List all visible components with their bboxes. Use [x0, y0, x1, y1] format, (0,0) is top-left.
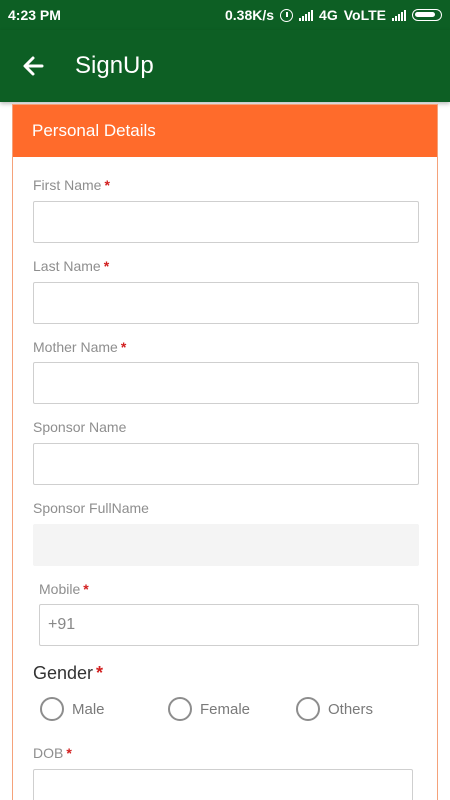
dob-label: DOB * — [33, 745, 72, 761]
radio-circle[interactable] — [296, 697, 320, 721]
status-time: 4:23 PM — [8, 7, 61, 23]
first-name-field[interactable] — [34, 202, 418, 242]
volte-label: VoLTE — [343, 7, 386, 23]
alarm-icon — [280, 8, 294, 22]
mobile-field[interactable] — [40, 605, 418, 645]
status-icons: 0.38K/s 4G VoLTE — [225, 7, 442, 23]
required-marker: * — [104, 177, 110, 193]
required-marker: * — [96, 663, 104, 683]
network-4g: 4G — [319, 7, 338, 23]
sponsor-fullname-field-wrapper — [33, 524, 419, 566]
dob-field[interactable] — [34, 770, 412, 800]
signal-icon-2 — [392, 9, 406, 21]
radio-label-female: Female — [200, 700, 251, 718]
last-name-field-wrapper — [33, 282, 419, 324]
required-marker: * — [120, 339, 127, 355]
mother-name-label-text: Mother Name — [33, 339, 118, 355]
last-name-label: Last Name * — [33, 258, 109, 274]
sponsor-name-label: Sponsor Name — [33, 419, 126, 435]
card-header: Personal Details — [13, 105, 437, 157]
required-marker: * — [103, 258, 110, 274]
dob-label-text: DOB — [33, 745, 64, 761]
battery-icon — [412, 9, 442, 21]
page-title: SignUp — [75, 52, 154, 79]
radio-circle[interactable] — [40, 697, 64, 721]
mother-name-field-wrapper — [33, 362, 419, 404]
sponsor-fullname-label: Sponsor FullName — [33, 500, 149, 516]
sponsor-fullname-label-text: Sponsor FullName — [33, 500, 149, 516]
last-name-label-text: Last Name — [33, 258, 101, 274]
sponsor-name-label-text: Sponsor Name — [33, 419, 127, 435]
gender-radio-female[interactable]: Female — [168, 697, 250, 721]
status-bar: 4:23 PM 0.38K/s 4G VoLTE — [0, 0, 450, 30]
last-name-field[interactable] — [34, 283, 418, 323]
app-bar: SignUp — [0, 30, 450, 102]
sponsor-name-field-wrapper — [33, 443, 419, 485]
radio-label-male: Male — [72, 700, 105, 718]
mother-name-label: Mother Name * — [33, 339, 126, 355]
gender-radio-others[interactable]: Others — [296, 697, 373, 721]
mobile-label: Mobile * — [39, 581, 89, 597]
personal-details-card: Personal Details First Name * Last Name * … — [12, 104, 438, 800]
dob-field-wrapper — [33, 769, 413, 800]
mobile-label-text: Mobile — [39, 581, 81, 597]
mother-name-field[interactable] — [34, 363, 418, 403]
radio-circle[interactable] — [168, 697, 192, 721]
gender-label-text: Gender — [33, 663, 94, 683]
first-name-label: First Name * — [33, 177, 110, 193]
first-name-field-wrapper — [33, 201, 419, 243]
first-name-label-text: First Name — [33, 177, 102, 193]
required-marker: * — [83, 581, 89, 597]
required-marker: * — [66, 745, 72, 761]
radio-label-others: Others — [328, 700, 374, 718]
net-speed: 0.38K/s — [225, 7, 275, 23]
signal-icon — [299, 9, 314, 21]
mobile-field-wrapper — [39, 604, 419, 646]
arrow-left-icon[interactable] — [18, 50, 50, 82]
sponsor-fullname-field — [34, 525, 418, 565]
card-header-title: Personal Details — [32, 121, 156, 140]
gender-radio-male[interactable]: Male — [40, 697, 105, 721]
gender-label: Gender * — [33, 663, 103, 684]
sponsor-name-field[interactable] — [34, 444, 418, 484]
